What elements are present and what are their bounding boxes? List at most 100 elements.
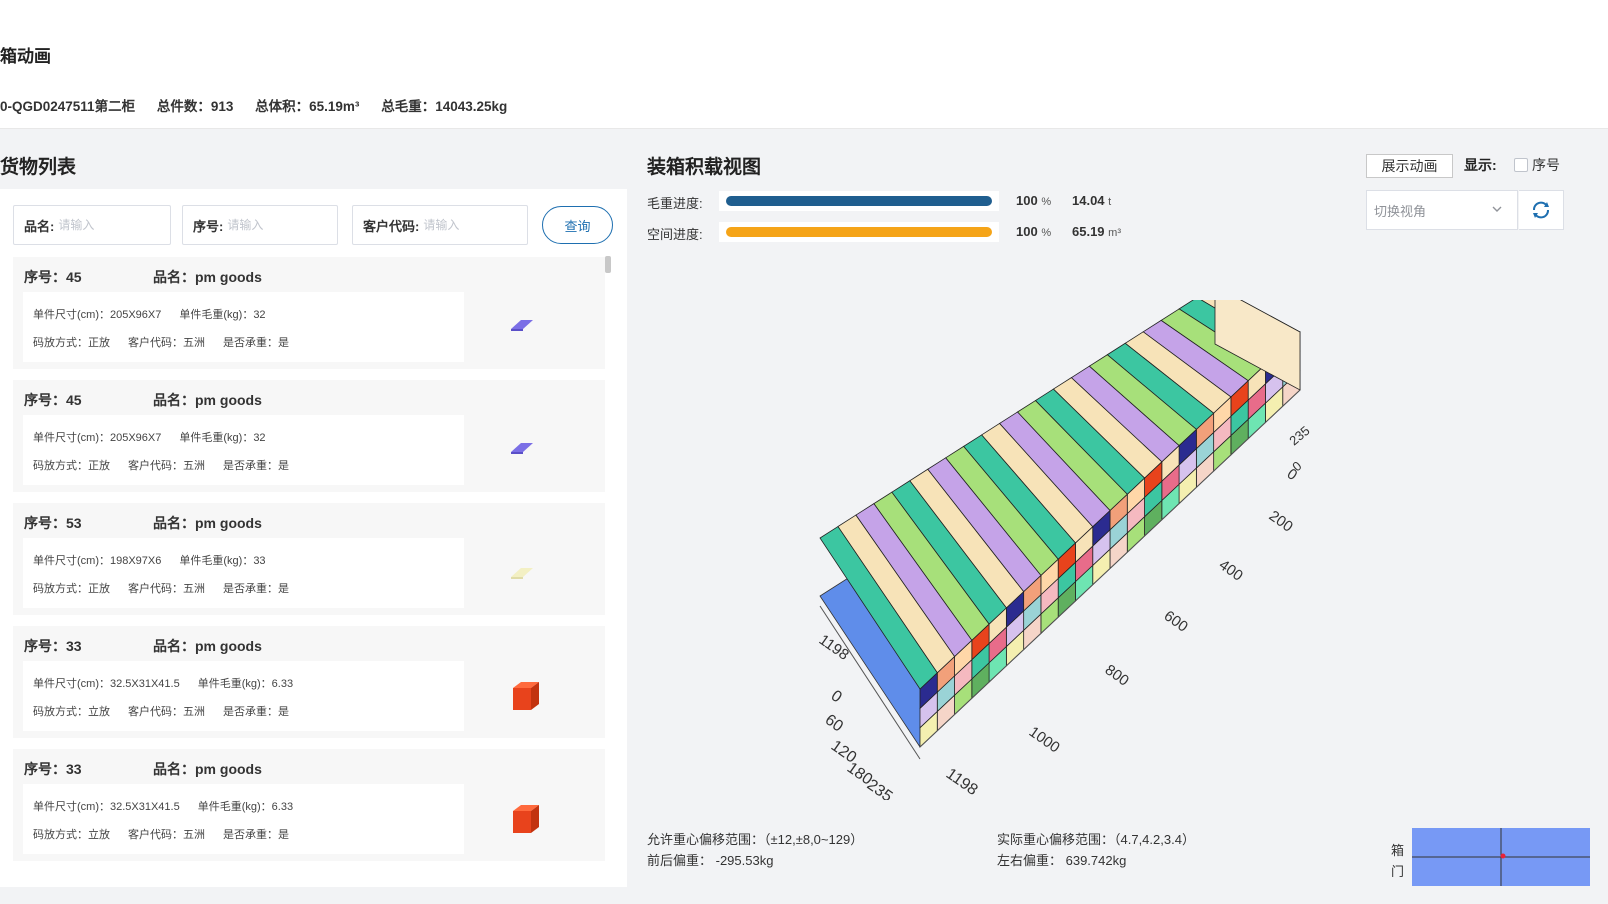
cargo-details: 单件尺寸(cm)：205X96X7 单件毛重(kg)：32 码放方式：正放 客户代码…	[23, 292, 464, 362]
actual-cg-range: 实际重心偏移范围：（4.7,4.2,3.4）	[997, 832, 1195, 847]
cargo-size: 单件尺寸(cm)：198X97X6	[33, 555, 162, 567]
refresh-icon	[1533, 201, 1549, 219]
weight-progress-label: 毛重进度:	[647, 196, 703, 211]
view-angle-value: 切换视角	[1374, 203, 1427, 219]
weight-progress-percent: 100 %	[1016, 193, 1051, 208]
cargo-placement: 码放方式：立放	[33, 706, 110, 718]
flat-slab-icon	[511, 568, 533, 579]
view-angle-select[interactable]: 切换视角	[1366, 190, 1518, 230]
cargo-name: 品名：pm goods	[153, 761, 262, 777]
cargo-bearing: 是否承重：是	[223, 583, 289, 595]
weight-progress-bar	[719, 191, 999, 211]
cargo-list[interactable]: 序号：45 品名：pm goods 单件尺寸(cm)：205X96X7 单件毛重(k…	[13, 257, 605, 873]
cargo-card-head: 序号：33 品名：pm goods	[24, 759, 262, 779]
cargo-weight: 单件毛重(kg)：32	[179, 309, 266, 321]
cargo-card[interactable]: 序号：53 品名：pm goods 单件尺寸(cm)：198X97X6 单件毛重(k…	[13, 503, 605, 615]
space-progress-label: 空间进度:	[647, 227, 703, 242]
container-3d-view[interactable]: 0 200 400 600 800 1000 1198 0 60 120 180…	[800, 300, 1360, 800]
cargo-card[interactable]: 序号：45 品名：pm goods 单件尺寸(cm)：205X96X7 单件毛重(k…	[13, 380, 605, 492]
cargo-bearing: 是否承重：是	[223, 337, 289, 349]
cargo-details: 单件尺寸(cm)：32.5X31X41.5 单件毛重(kg)：6.33 码放方式：…	[23, 661, 464, 731]
product-name-input[interactable]	[58, 218, 149, 232]
length-tick: 400	[1216, 556, 1246, 584]
cargo-customer: 客户代码：五洲	[128, 583, 205, 595]
cg-marker	[1500, 853, 1506, 859]
cargo-details: 单件尺寸(cm)：205X96X7 单件毛重(kg)：32 码放方式：正放 客户代码…	[23, 415, 464, 485]
front-back-weight: 前后偏重： -295.53kg	[647, 853, 774, 868]
cargo-seq: 序号：45	[24, 392, 82, 408]
space-progress-bar	[719, 222, 999, 242]
weight-progress-value: 14.04 t	[1072, 193, 1111, 208]
load-view-title: 装箱积载视图	[647, 157, 762, 178]
chevron-down-icon	[1492, 206, 1502, 212]
cargo-customer: 客户代码：五洲	[128, 829, 205, 841]
cargo-bearing: 是否承重：是	[223, 460, 289, 472]
cargo-weight: 单件毛重(kg)：6.33	[197, 678, 294, 690]
load-summary: 0-QGD0247511第二柜 总件数：913 总体积：65.19m³ 总毛重：…	[0, 95, 525, 115]
allowed-cg-range: 允许重心偏移范围：（±12,±8,0~129）	[647, 832, 864, 847]
space-percent-value: 100	[1016, 224, 1038, 239]
cargo-bearing: 是否承重：是	[223, 829, 289, 841]
cargo-list-title: 货物列表	[0, 157, 77, 178]
query-button[interactable]: 查询	[542, 206, 613, 244]
cargo-seq: 序号：33	[24, 638, 82, 654]
cargo-list-scrollbar[interactable]	[604, 255, 612, 872]
product-name-filter[interactable]: 品名:	[13, 205, 171, 245]
customer-code-filter[interactable]: 客户代码:	[352, 205, 528, 245]
cargo-card-head: 序号：45 品名：pm goods	[24, 390, 262, 410]
cargo-weight: 单件毛重(kg)：33	[179, 555, 266, 567]
flat-slab-icon	[511, 320, 533, 331]
cargo-details: 单件尺寸(cm)：198X97X6 单件毛重(kg)：33 码放方式：正放 客户代码…	[23, 538, 464, 608]
space-progress-percent: 100 %	[1016, 224, 1051, 239]
cargo-name: 品名：pm goods	[153, 638, 262, 654]
cargo-placement: 码放方式：正放	[33, 460, 110, 472]
weight-percent-value: 100	[1016, 193, 1038, 208]
cargo-seq: 序号：33	[24, 761, 82, 777]
customer-code-input[interactable]	[423, 218, 514, 232]
cargo-card[interactable]: 序号：33 品名：pm goods 单件尺寸(cm)：32.5X31X41.5 单件…	[13, 626, 605, 738]
cargo-placement: 码放方式：立放	[33, 829, 110, 841]
page-title: 箱动画	[0, 47, 51, 66]
cargo-name: 品名：pm goods	[153, 392, 262, 408]
space-percent-unit: %	[1041, 227, 1052, 239]
product-name-label: 品名:	[24, 218, 55, 234]
scrollbar-thumb[interactable]	[605, 256, 611, 273]
width-tick: 60	[822, 711, 846, 735]
customer-code-label: 客户代码:	[363, 218, 420, 234]
cargo-card[interactable]: 序号：45 品名：pm goods 单件尺寸(cm)：205X96X7 单件毛重(k…	[13, 257, 605, 369]
seq-checkbox-label[interactable]: 序号	[1532, 155, 1560, 175]
cargo-customer: 客户代码：五洲	[128, 337, 205, 349]
cargo-details: 单件尺寸(cm)：32.5X31X41.5 单件毛重(kg)：6.33 码放方式：…	[23, 784, 464, 854]
height-tick: 235	[1286, 423, 1312, 448]
container-id: 0-QGD0247511第二柜	[0, 99, 136, 114]
cube-box-icon	[513, 805, 539, 833]
cargo-bearing: 是否承重：是	[223, 706, 289, 718]
seq-input[interactable]	[227, 218, 318, 232]
total-weight: 总毛重：14043.25kg	[381, 99, 508, 114]
cg-position-map	[1412, 828, 1590, 886]
weight-progress-fill	[726, 196, 992, 206]
seq-filter[interactable]: 序号:	[182, 205, 338, 245]
cargo-size: 单件尺寸(cm)：205X96X7	[33, 309, 162, 321]
length-tick: 800	[1102, 661, 1132, 689]
space-value: 65.19	[1072, 224, 1105, 239]
cargo-card[interactable]: 序号：33 品名：pm goods 单件尺寸(cm)：32.5X31X41.5 单件…	[13, 749, 605, 861]
show-animation-button[interactable]: 展示动画	[1366, 154, 1453, 178]
length-tick: 600	[1161, 607, 1191, 635]
refresh-view-button[interactable]	[1519, 190, 1564, 230]
space-progress-value: 65.19 m³	[1072, 224, 1121, 239]
cargo-placement: 码放方式：正放	[33, 583, 110, 595]
cube-box-icon	[513, 682, 539, 710]
cargo-customer: 客户代码：五洲	[128, 460, 205, 472]
length-tick: 1000	[1026, 723, 1063, 756]
left-right-weight: 左右偏重： 639.742kg	[997, 853, 1127, 868]
total-count: 总件数：913	[156, 99, 234, 114]
seq-checkbox[interactable]	[1514, 158, 1528, 172]
top-summary-bar: 箱动画 0-QGD0247511第二柜 总件数：913 总体积：65.19m³ …	[0, 0, 1608, 129]
cargo-customer: 客户代码：五洲	[128, 706, 205, 718]
cargo-name: 品名：pm goods	[153, 515, 262, 531]
cargo-name: 品名：pm goods	[153, 269, 262, 285]
cargo-card-head: 序号：53 品名：pm goods	[24, 513, 262, 533]
width-tick: 0	[828, 687, 845, 706]
door-label-1: 箱	[1391, 843, 1405, 858]
